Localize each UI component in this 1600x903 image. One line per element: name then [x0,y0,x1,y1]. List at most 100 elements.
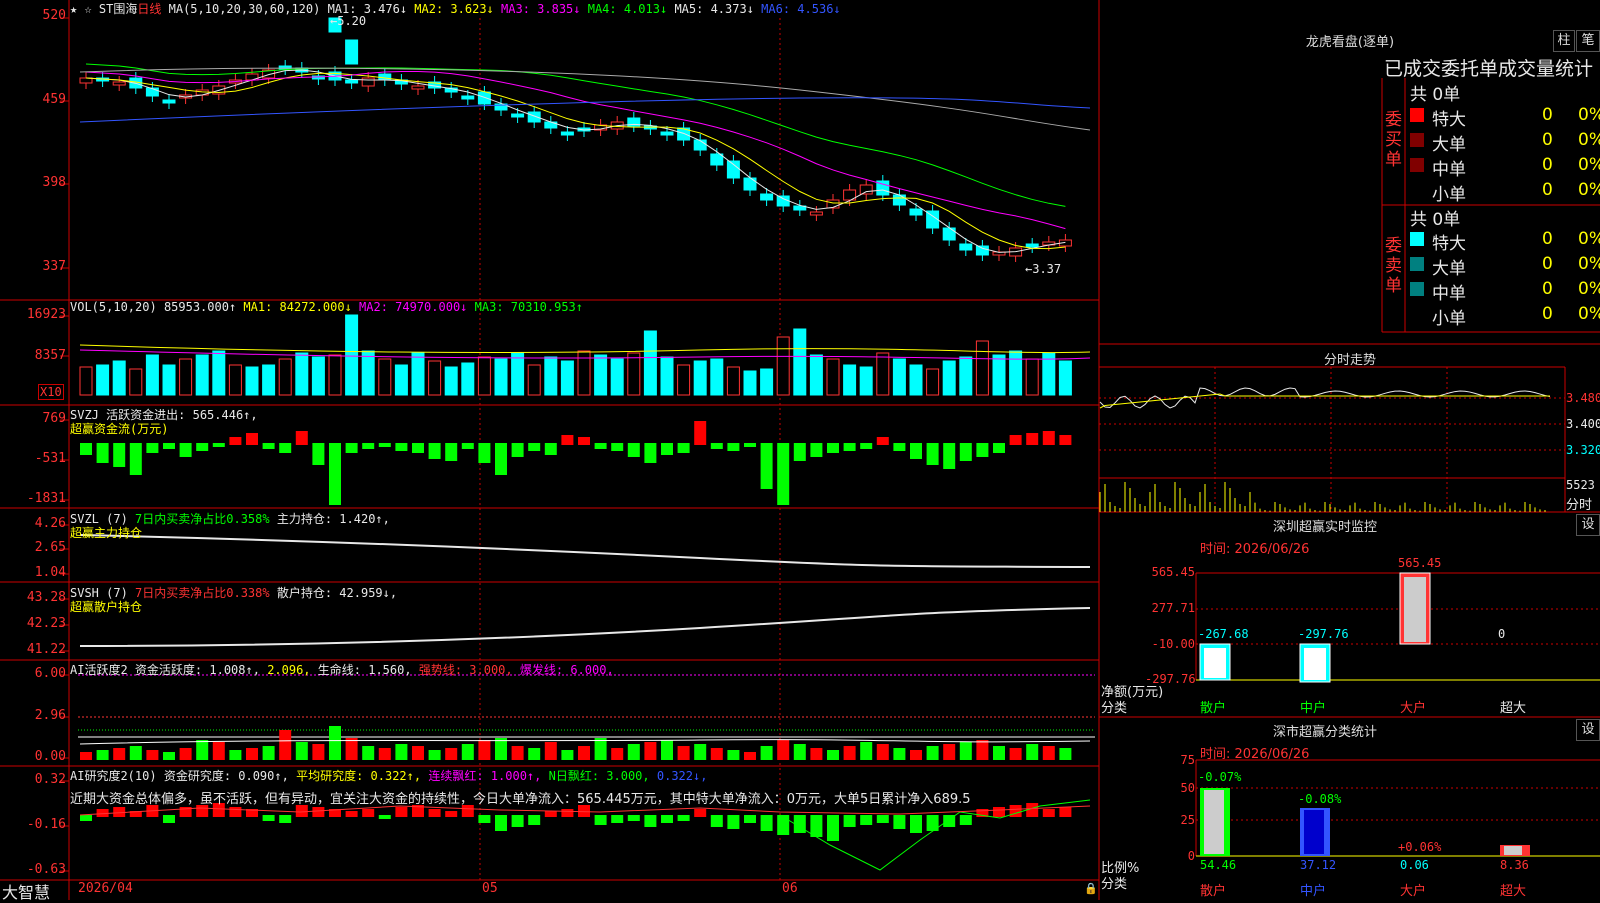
lhb-row-buy[interactable]: 小单 0 0% [1432,180,1600,205]
volume-bar [544,356,558,396]
activity-bar [827,750,839,760]
volume-bar [195,354,209,396]
research-bar [279,815,292,823]
ai2-value: 资金研究度: 0.090↑, [163,769,289,783]
bar-mode-button[interactable]: 柱 [1553,30,1575,52]
lhb-row-sell[interactable]: 小单 0 0% [1432,304,1600,329]
fs-vol-label: 分时 [1566,498,1593,513]
buy-side-label: 委买单 [1385,110,1402,170]
sz-axis-2: 277.71 [1151,601,1195,615]
sc-cat-4: 超大 [1500,884,1527,899]
candle-body [1025,243,1039,248]
vol-label[interactable]: VOL(5,10,20) [70,300,157,314]
candle-body [411,85,425,90]
activity-bar [495,738,507,760]
flow-bar [312,443,325,465]
sz-xlabel: 分类 [1101,701,1128,716]
sc-retail-bar-fill [1204,790,1224,854]
activity-bar [544,742,557,760]
lhb-row-count: 0 [1542,180,1553,200]
sz-value-2: -297.76 [1298,627,1349,641]
activity-bar [1042,746,1055,760]
ma-params[interactable]: MA(5,10,20,30,60,120) [169,2,321,16]
chart-canvas[interactable] [0,0,1600,900]
candle-body [660,131,674,136]
ai1-value2: 2.096, [267,663,311,677]
activity-bar [860,742,873,760]
lhb-row-percent: 0% [1578,254,1600,274]
lhb-row-percent: 0% [1578,130,1600,150]
flow-bar [943,443,956,469]
activity-bar [329,726,341,760]
activity-bar [893,748,906,760]
volume-bar [444,366,458,396]
flow-bar [677,443,690,453]
period-label[interactable]: 日线 [137,2,161,16]
ai2-label[interactable]: AI研究度2(10) [70,769,157,783]
sz-time: 时间: 2026/06/26 [1200,542,1310,557]
volume-bar [876,352,890,396]
tick-mode-button[interactable]: 笔 [1576,30,1600,52]
research-bar [511,815,524,827]
activity-bar [1026,744,1039,760]
activity-bar [312,744,325,760]
activity-bar [445,748,458,760]
flow-bar [212,443,225,447]
lhb-row-count: 0 [1542,304,1553,324]
flow-bar [793,443,806,461]
lhb-row-percent: 0% [1578,229,1600,249]
research-bar [395,807,408,817]
candle-body [776,195,790,207]
brand-logo[interactable]: 大智慧 [2,879,50,903]
flow-bar [1026,433,1039,445]
volume-bar [311,356,325,396]
lhb-row-sell[interactable]: 大单 0 0% [1432,254,1600,279]
ai1-label[interactable]: AI活跃度2 [70,663,128,677]
sz-cat-4: 超大 [1500,701,1527,716]
research-bar [428,809,441,817]
lhb-row-sell[interactable]: 中单 0 0% [1432,279,1600,304]
sc-settings-button[interactable]: 设 [1576,719,1600,741]
research-bar [611,815,624,823]
svzl-value: 主力持仓: 1.420↑, [276,512,390,526]
flow-bar [710,443,723,449]
svsh-axis-1: 43.28 [26,590,66,605]
activity-bar [943,744,956,760]
candle-body [560,131,574,136]
volume-bar [594,354,608,396]
sz-axis-1: 565.45 [1151,565,1195,579]
ai2-extra: 0.322↓, [656,769,708,783]
activity-bar [578,746,590,760]
sc-bottom-1: 54.46 [1200,858,1237,872]
low-price-marker: ←3.37 [1025,262,1062,276]
flow-bar [893,443,906,451]
sc-cat-1: 散户 [1200,884,1227,899]
lhb-row-buy[interactable]: 特大 0 0% [1432,105,1600,130]
price-axis-1: 520 [42,8,66,23]
flow-bar [744,443,756,447]
lhb-row-sell[interactable]: 特大 0 0% [1432,229,1600,254]
svzj-axis-2: -531 [34,451,66,466]
sz-monitor-title: 深圳超赢实时监控 [1272,520,1377,535]
volume-bar [129,368,143,396]
volume-bar [179,358,193,396]
volume-bar [212,350,226,396]
candle-body [743,177,757,191]
lhb-row-buy[interactable]: 大单 0 0% [1432,130,1600,155]
activity-bar [428,750,441,760]
star-icon[interactable]: ★ ☆ [70,2,92,16]
candle-body [511,113,525,118]
sz-settings-button[interactable]: 设 [1576,514,1600,536]
flow-bar [959,443,972,461]
research-bar [478,815,491,823]
ai2-cont-red: 连续飘红: 1.000↑, [428,769,542,783]
research-bar [827,815,839,841]
candle-body [693,139,707,151]
activity-bar [677,746,690,760]
lock-icon[interactable]: 🔒 [1084,882,1098,895]
lhb-row-buy[interactable]: 中单 0 0% [1432,155,1600,180]
volume-bar [245,366,259,396]
vol-unit: X10 [38,384,64,400]
activity-bar [611,748,624,760]
flow-bar [395,443,408,451]
